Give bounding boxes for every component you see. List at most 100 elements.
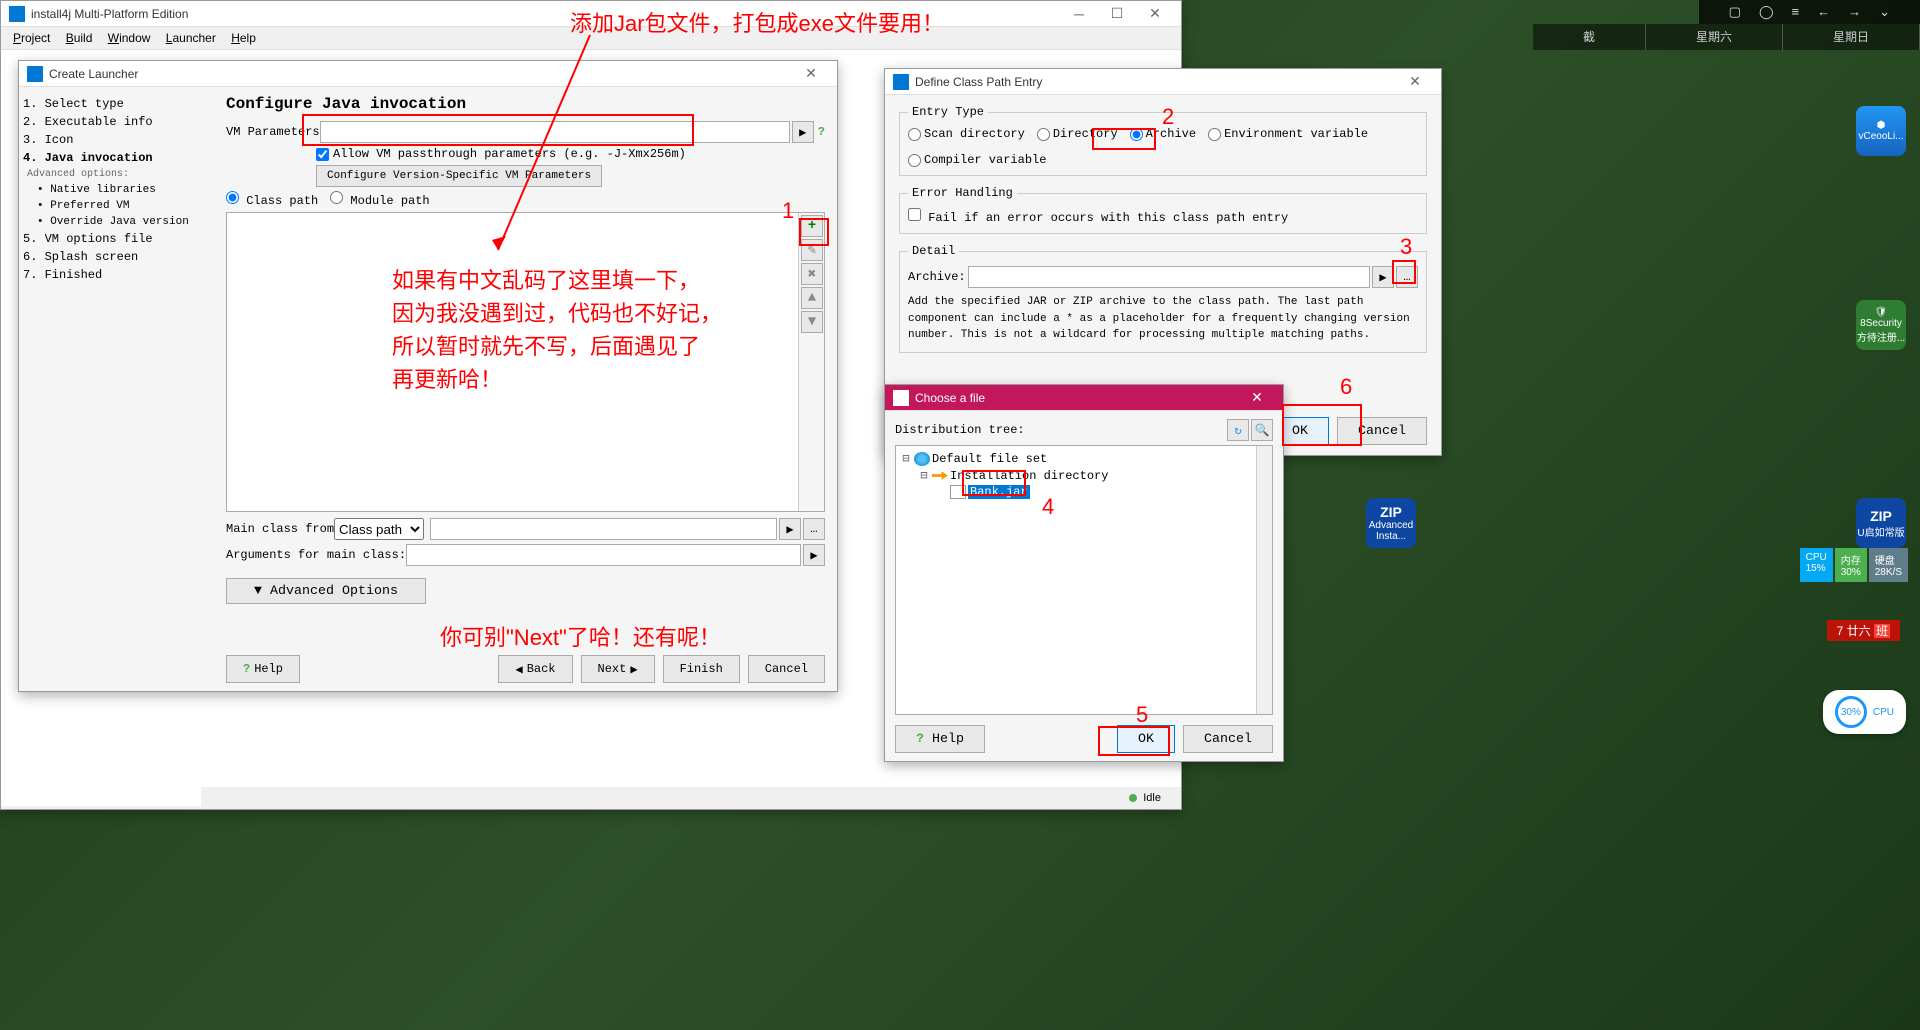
menu-build[interactable]: Build bbox=[66, 31, 93, 45]
choose-file-dialog: Choose a file ✕ Distribution tree: ↻ 🔍 ⊟… bbox=[884, 384, 1284, 762]
args-input[interactable] bbox=[406, 544, 801, 566]
cancel-button[interactable]: Cancel bbox=[748, 655, 825, 683]
dropdown-icon[interactable]: ⌄ bbox=[1879, 4, 1890, 20]
refresh-button[interactable]: ↻ bbox=[1227, 419, 1249, 441]
tree-area[interactable]: ⊟Default file set ⊟Installation director… bbox=[895, 445, 1273, 715]
args-variable-button[interactable]: ▶ bbox=[803, 544, 825, 566]
desktop-icon-ceoo[interactable]: ⬢vCeooLi... bbox=[1856, 106, 1906, 156]
modulepath-radio[interactable] bbox=[330, 191, 343, 204]
wizard-sidebar: 1. Select type 2. Executable info 3. Ico… bbox=[19, 87, 214, 691]
main-class-select[interactable]: Class path bbox=[334, 518, 424, 540]
archive-browse-button[interactable]: … bbox=[1396, 266, 1418, 288]
tree-scrollbar[interactable] bbox=[1256, 446, 1272, 714]
scan-dir-radio[interactable] bbox=[908, 128, 921, 141]
directory-radio[interactable] bbox=[1037, 128, 1050, 141]
tablet-icon[interactable]: ▢ bbox=[1729, 4, 1741, 20]
move-up-button[interactable]: ▲ bbox=[801, 287, 823, 309]
archive-label: Archive: bbox=[908, 270, 968, 284]
env-var-radio[interactable] bbox=[1208, 128, 1221, 141]
advanced-options-button[interactable]: ▼ Advanced Options bbox=[226, 578, 426, 604]
close-button[interactable]: ✕ bbox=[1137, 3, 1173, 25]
step-executable-info[interactable]: 2. Executable info bbox=[23, 113, 210, 131]
main-class-browse-button[interactable]: ▶ bbox=[779, 518, 801, 540]
main-class-label: Main class from bbox=[226, 522, 334, 536]
step-java-invocation[interactable]: 4. Java invocation bbox=[23, 149, 210, 167]
help-button[interactable]: ? Help bbox=[226, 655, 300, 683]
step-override-java[interactable]: • Override Java version bbox=[37, 214, 210, 230]
launcher-close-button[interactable]: ✕ bbox=[793, 63, 829, 85]
tree-file-selected[interactable]: Bank.jar bbox=[968, 485, 1030, 499]
desktop-icon-zip1[interactable]: ZIPAdvanced Insta... bbox=[1366, 498, 1416, 548]
dist-tree-label: Distribution tree: bbox=[895, 423, 1225, 437]
file-close-button[interactable]: ✕ bbox=[1239, 387, 1275, 409]
file-dialog-icon bbox=[893, 390, 909, 406]
main-titlebar: install4j Multi-Platform Edition ─ ☐ ✕ bbox=[1, 1, 1181, 27]
add-entry-button[interactable]: + bbox=[801, 215, 823, 237]
desktop-icon-security[interactable]: 🛡8Security方待注册... bbox=[1856, 300, 1906, 350]
menu-project[interactable]: Project bbox=[13, 31, 50, 45]
calendar-badge: 7 廿六 班 bbox=[1827, 620, 1900, 641]
file-help-button[interactable]: ? Help bbox=[895, 725, 985, 753]
launcher-icon bbox=[27, 66, 43, 82]
disk-badge: 硬盘28K/S bbox=[1869, 548, 1908, 582]
fail-checkbox[interactable] bbox=[908, 208, 921, 221]
classpath-close-button[interactable]: ✕ bbox=[1397, 71, 1433, 93]
help-icon[interactable]: ? bbox=[818, 125, 825, 139]
file-ok-button[interactable]: OK bbox=[1117, 725, 1175, 753]
back-button[interactable]: ◀ Back bbox=[498, 655, 572, 683]
remove-entry-button[interactable]: ✖ bbox=[801, 263, 823, 285]
vm-params-variable-button[interactable]: ▶ bbox=[792, 121, 814, 143]
minimize-button[interactable]: ─ bbox=[1061, 3, 1097, 25]
compiler-var-radio[interactable] bbox=[908, 154, 921, 167]
forward-icon[interactable]: → bbox=[1848, 4, 1861, 20]
menu-launcher[interactable]: Launcher bbox=[166, 31, 216, 45]
entry-type-fieldset: Entry Type Scan directory Directory Arch… bbox=[899, 105, 1427, 176]
create-launcher-dialog: Create Launcher ✕ 1. Select type 2. Exec… bbox=[18, 60, 838, 692]
tab-interrupted[interactable]: 截 bbox=[1533, 24, 1646, 50]
main-class-input[interactable] bbox=[430, 518, 777, 540]
next-button[interactable]: Next ▶ bbox=[581, 655, 655, 683]
classpath-cancel-button[interactable]: Cancel bbox=[1337, 417, 1427, 445]
config-version-button[interactable]: Configure Version-Specific VM Parameters bbox=[316, 165, 602, 187]
main-menubar: Project Build Window Launcher Help bbox=[1, 27, 1181, 50]
vm-params-input[interactable] bbox=[320, 121, 790, 143]
classpath-list-area: + ✎ ✖ ▲ ▼ bbox=[226, 212, 825, 512]
search-button[interactable]: 🔍 bbox=[1251, 419, 1273, 441]
cpu-widget[interactable]: 30% CPU bbox=[1823, 690, 1906, 734]
main-class-more-button[interactable]: … bbox=[803, 518, 825, 540]
status-dot-icon bbox=[1129, 794, 1137, 802]
step-icon[interactable]: 3. Icon bbox=[23, 131, 210, 149]
tree-root[interactable]: Default file set bbox=[932, 452, 1047, 466]
menu-window[interactable]: Window bbox=[108, 31, 151, 45]
status-text: Idle bbox=[1143, 792, 1161, 804]
desktop-icon-zip2[interactable]: ZIPU启如常版 bbox=[1856, 498, 1906, 548]
step-vm-options[interactable]: 5. VM options file bbox=[23, 230, 210, 248]
step-select-type[interactable]: 1. Select type bbox=[23, 95, 210, 113]
step-preferred-vm[interactable]: • Preferred VM bbox=[37, 198, 210, 214]
cloud-icon[interactable]: ◯ bbox=[1759, 4, 1774, 20]
vm-params-label: VM Parameters bbox=[226, 125, 320, 139]
finish-button[interactable]: Finish bbox=[663, 655, 740, 683]
maximize-button[interactable]: ☐ bbox=[1099, 3, 1135, 25]
tab-sunday[interactable]: 星期日 bbox=[1783, 24, 1920, 50]
edit-entry-button[interactable]: ✎ bbox=[801, 239, 823, 261]
menu-help[interactable]: Help bbox=[231, 31, 256, 45]
move-down-button[interactable]: ▼ bbox=[801, 311, 823, 333]
archive-radio[interactable] bbox=[1130, 128, 1143, 141]
error-legend: Error Handling bbox=[908, 186, 1017, 200]
launcher-titlebar: Create Launcher ✕ bbox=[19, 61, 837, 87]
archive-input[interactable] bbox=[968, 266, 1370, 288]
tree-install-dir[interactable]: Installation directory bbox=[950, 469, 1108, 483]
menu-icon[interactable]: ≡ bbox=[1792, 4, 1800, 20]
allow-passthrough-checkbox[interactable] bbox=[316, 148, 329, 161]
classpath-icon bbox=[893, 74, 909, 90]
step-finished[interactable]: 7. Finished bbox=[23, 266, 210, 284]
step-splash[interactable]: 6. Splash screen bbox=[23, 248, 210, 266]
file-cancel-button[interactable]: Cancel bbox=[1183, 725, 1273, 753]
classpath-list[interactable] bbox=[227, 213, 798, 511]
classpath-radio[interactable] bbox=[226, 191, 239, 204]
back-icon[interactable]: ← bbox=[1817, 4, 1830, 20]
tab-saturday[interactable]: 星期六 bbox=[1646, 24, 1783, 50]
step-native-libraries[interactable]: • Native libraries bbox=[37, 182, 210, 198]
archive-variable-button[interactable]: ▶ bbox=[1372, 266, 1394, 288]
